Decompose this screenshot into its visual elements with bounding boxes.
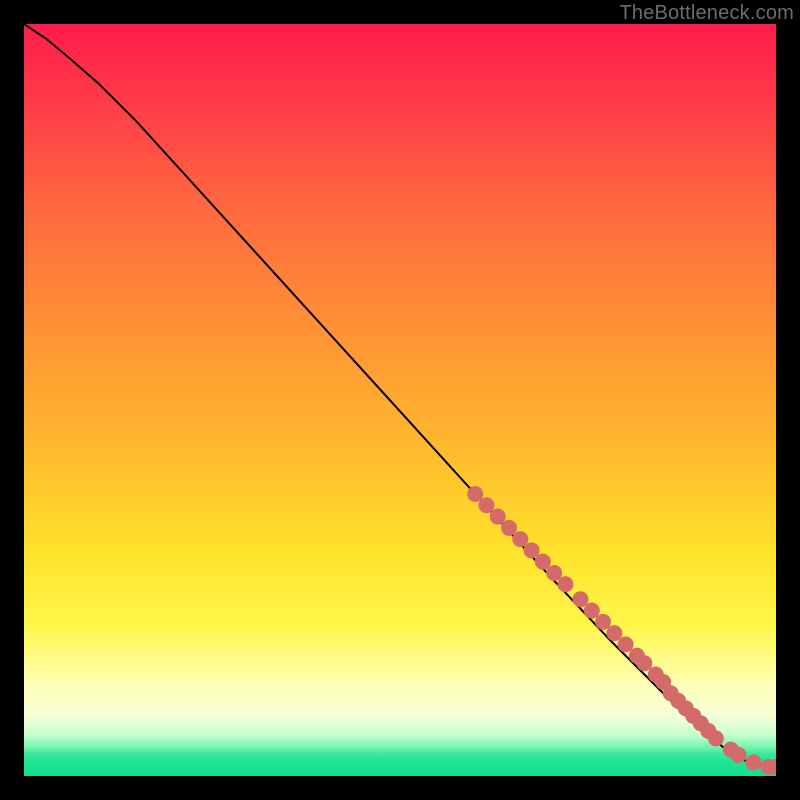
point-points-upper [595, 614, 611, 630]
point-points-upper [490, 509, 506, 525]
watermark-text: TheBottleneck.com [619, 2, 794, 25]
plot-area [24, 24, 776, 776]
point-points-upper [501, 520, 517, 536]
point-points-upper [478, 497, 494, 513]
point-points-lower [708, 730, 724, 746]
point-points-upper [606, 625, 622, 641]
point-points-upper [584, 603, 600, 619]
point-points-upper [467, 486, 483, 502]
point-points-upper [535, 554, 551, 570]
point-points-upper [524, 542, 540, 558]
point-points-lower [745, 754, 761, 770]
point-points-lower [730, 747, 746, 763]
point-points-upper [572, 591, 588, 607]
chart-frame: TheBottleneck.com [0, 0, 800, 800]
point-points-upper [557, 576, 573, 592]
point-points-upper [636, 655, 652, 671]
series-curve [24, 24, 776, 767]
point-points-upper [512, 531, 528, 547]
point-points-upper [546, 565, 562, 581]
point-points-upper [618, 636, 634, 652]
chart-svg [24, 24, 776, 776]
